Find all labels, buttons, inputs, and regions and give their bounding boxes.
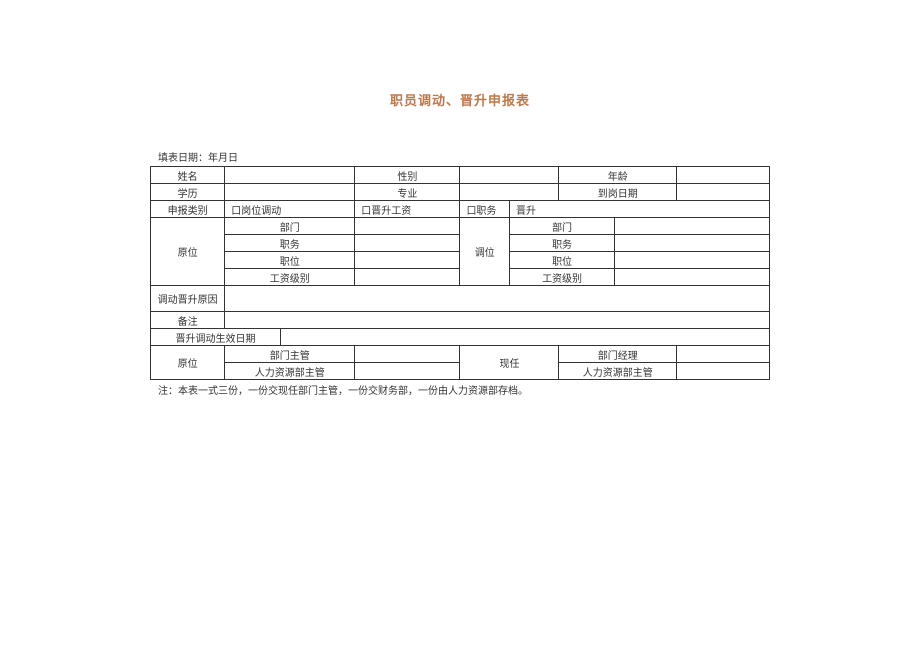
label-gender: 性别 bbox=[355, 167, 460, 184]
row-sign-1: 原位 部门主管 现任 部门经理 bbox=[151, 346, 770, 363]
label-curr-deptmgr: 部门经理 bbox=[559, 346, 677, 363]
label-new-dept: 部门 bbox=[509, 218, 614, 235]
value-orig-dept bbox=[355, 218, 460, 235]
value-orig-position bbox=[355, 252, 460, 269]
opt-duty: 口职务 bbox=[460, 201, 510, 218]
label-effect-date: 晋升调动生效日期 bbox=[151, 329, 281, 346]
label-apply-type: 申报类别 bbox=[151, 201, 225, 218]
value-new-salary bbox=[615, 269, 770, 286]
label-orig-dept: 部门 bbox=[225, 218, 355, 235]
value-new-position bbox=[615, 252, 770, 269]
value-curr-deptmgr bbox=[677, 346, 770, 363]
value-orig-salary bbox=[355, 269, 460, 286]
value-orig-hrhead bbox=[355, 363, 460, 380]
value-reason bbox=[225, 286, 770, 312]
label-new-duty: 职务 bbox=[509, 235, 614, 252]
label-original-position: 原位 bbox=[151, 218, 225, 286]
row-remark: 备注 bbox=[151, 312, 770, 329]
value-gender bbox=[460, 167, 559, 184]
label-joindate: 到岗日期 bbox=[559, 184, 677, 201]
label-new-salary: 工资级别 bbox=[509, 269, 614, 286]
value-new-dept bbox=[615, 218, 770, 235]
opt-promote: 晋升 bbox=[509, 201, 769, 218]
label-name: 姓名 bbox=[151, 167, 225, 184]
value-orig-duty bbox=[355, 235, 460, 252]
label-age: 年龄 bbox=[559, 167, 677, 184]
form-title: 职员调动、晋升申报表 bbox=[150, 90, 770, 109]
opt-salary-promote: 口晋升工资 bbox=[355, 201, 460, 218]
row-basic-1: 姓名 性别 年龄 bbox=[151, 167, 770, 184]
label-orig-duty: 职务 bbox=[225, 235, 355, 252]
row-effect-date: 晋升调动生效日期 bbox=[151, 329, 770, 346]
value-edu bbox=[225, 184, 355, 201]
row-dept: 原位 部门 调位 部门 bbox=[151, 218, 770, 235]
value-major bbox=[460, 184, 559, 201]
value-effect-date bbox=[280, 329, 769, 346]
row-reason: 调动晋升原因 bbox=[151, 286, 770, 312]
form-table: 姓名 性别 年龄 学历 专业 到岗日期 申报类别 口岗位调动 口晋升工资 口职务… bbox=[150, 166, 770, 380]
label-orig-depthead: 部门主管 bbox=[225, 346, 355, 363]
label-transfer-position: 调位 bbox=[460, 218, 510, 286]
opt-post-transfer: 口岗位调动 bbox=[225, 201, 355, 218]
label-remark: 备注 bbox=[151, 312, 225, 329]
value-new-duty bbox=[615, 235, 770, 252]
footnote: 注：本表一式三份，一份交现任部门主管，一份交财务部，一份由人力资源部存档。 bbox=[158, 382, 770, 397]
value-age bbox=[677, 167, 770, 184]
label-reason: 调动晋升原因 bbox=[151, 286, 225, 312]
label-edu: 学历 bbox=[151, 184, 225, 201]
value-joindate bbox=[677, 184, 770, 201]
label-new-position: 职位 bbox=[509, 252, 614, 269]
row-apply-type: 申报类别 口岗位调动 口晋升工资 口职务 晋升 bbox=[151, 201, 770, 218]
fill-date-line: 填表日期：年月日 bbox=[158, 149, 770, 164]
value-curr-hrhead bbox=[677, 363, 770, 380]
label-sign-original: 原位 bbox=[151, 346, 225, 380]
label-major: 专业 bbox=[355, 184, 460, 201]
row-basic-2: 学历 专业 到岗日期 bbox=[151, 184, 770, 201]
label-orig-salary: 工资级别 bbox=[225, 269, 355, 286]
label-sign-current: 现任 bbox=[460, 346, 559, 380]
value-name bbox=[225, 167, 355, 184]
label-orig-position: 职位 bbox=[225, 252, 355, 269]
form-page: 职员调动、晋升申报表 填表日期：年月日 姓名 性别 年龄 学历 专业 到岗日期 bbox=[0, 0, 920, 397]
label-curr-hrhead: 人力资源部主管 bbox=[559, 363, 677, 380]
value-orig-depthead bbox=[355, 346, 460, 363]
label-orig-hrhead: 人力资源部主管 bbox=[225, 363, 355, 380]
value-remark bbox=[225, 312, 770, 329]
